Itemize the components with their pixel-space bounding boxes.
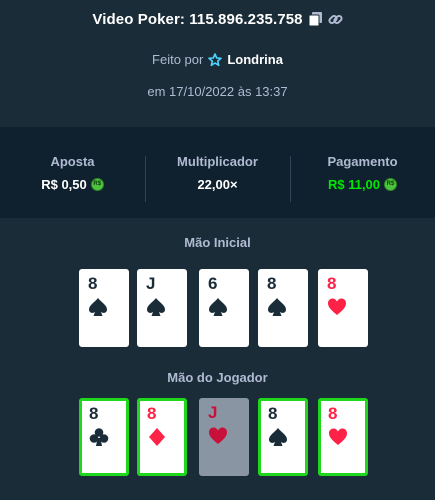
stat-multiplier: Multiplicador 22,00× bbox=[145, 153, 290, 202]
bet-label: Aposta bbox=[50, 153, 95, 169]
initial-card-4[interactable]: 8 bbox=[258, 269, 308, 347]
initial-card-3[interactable]: 6 bbox=[199, 269, 249, 347]
card-rank: 6 bbox=[208, 274, 218, 293]
card-rank: 8 bbox=[147, 404, 157, 423]
card-rank: 8 bbox=[268, 404, 278, 423]
heart-suit-icon bbox=[209, 427, 227, 444]
author-user[interactable]: Londrina bbox=[208, 52, 283, 67]
card-rank: 8 bbox=[328, 404, 338, 423]
player-hand-title: Mão do Jogador bbox=[167, 370, 268, 385]
link-icon[interactable] bbox=[328, 12, 343, 27]
card-rank: J bbox=[208, 403, 218, 422]
diamond-suit-icon bbox=[149, 428, 165, 446]
multiplier-label: Multiplicador bbox=[177, 153, 258, 169]
header: Video Poker: 115.896.235.758 bbox=[0, 0, 435, 38]
page-title: Video Poker: 115.896.235.758 bbox=[92, 10, 303, 28]
player-card-1[interactable]: 8 bbox=[79, 398, 129, 476]
bet-value: R$ 0,50 bbox=[41, 176, 87, 192]
payout-value: R$ 11,00 bbox=[327, 176, 381, 192]
player-card-5[interactable]: 8 bbox=[318, 398, 368, 476]
payout-label: Pagamento bbox=[327, 153, 398, 169]
card-rank: J bbox=[146, 274, 156, 293]
club-suit-icon bbox=[89, 428, 109, 446]
player-card-2[interactable]: 8 bbox=[137, 398, 187, 476]
stat-payout: Pagamento R$ 11,00 R$ bbox=[290, 153, 435, 202]
heart-suit-icon bbox=[328, 298, 346, 315]
card-rank: 8 bbox=[89, 404, 99, 423]
star-badge-icon bbox=[208, 52, 223, 66]
payout-value-row: R$ 11,00 R$ bbox=[290, 177, 435, 192]
spade-suit-icon bbox=[89, 298, 107, 316]
brl-coin-icon: R$ bbox=[384, 177, 398, 191]
author-username: Londrina bbox=[227, 52, 283, 67]
spade-suit-icon bbox=[147, 298, 165, 316]
bet-stats-panel: Aposta R$ 0,50 R$ Multiplicador 22,00× P… bbox=[0, 127, 435, 218]
author-label: Feito por bbox=[152, 52, 204, 67]
initial-card-1[interactable]: 8 bbox=[79, 269, 129, 347]
brl-coin-icon: R$ bbox=[90, 177, 104, 191]
player-card-3[interactable]: J bbox=[199, 398, 249, 476]
initial-hand-title: Mão Inicial bbox=[184, 235, 251, 250]
spade-suit-icon bbox=[209, 298, 227, 316]
player-card-4[interactable]: 8 bbox=[258, 398, 308, 476]
copy-icon[interactable] bbox=[308, 12, 322, 26]
initial-card-2[interactable]: J bbox=[137, 269, 187, 347]
heart-suit-icon bbox=[329, 428, 347, 445]
bet-date: em 17/10/2022 às 13:37 bbox=[147, 84, 288, 99]
card-rank: 8 bbox=[267, 274, 277, 293]
multiplier-value: 22,00× bbox=[197, 176, 238, 192]
card-rank: 8 bbox=[327, 274, 337, 293]
multiplier-value-row: 22,00× bbox=[145, 177, 290, 192]
card-rank: 8 bbox=[88, 274, 98, 293]
initial-card-5[interactable]: 8 bbox=[318, 269, 368, 347]
stat-bet: Aposta R$ 0,50 R$ bbox=[0, 154, 145, 192]
author-line: Feito por Londrina bbox=[0, 52, 435, 67]
bet-value-row: R$ 0,50 R$ bbox=[0, 177, 145, 192]
spade-suit-icon bbox=[268, 298, 286, 316]
spade-suit-icon bbox=[269, 428, 287, 446]
